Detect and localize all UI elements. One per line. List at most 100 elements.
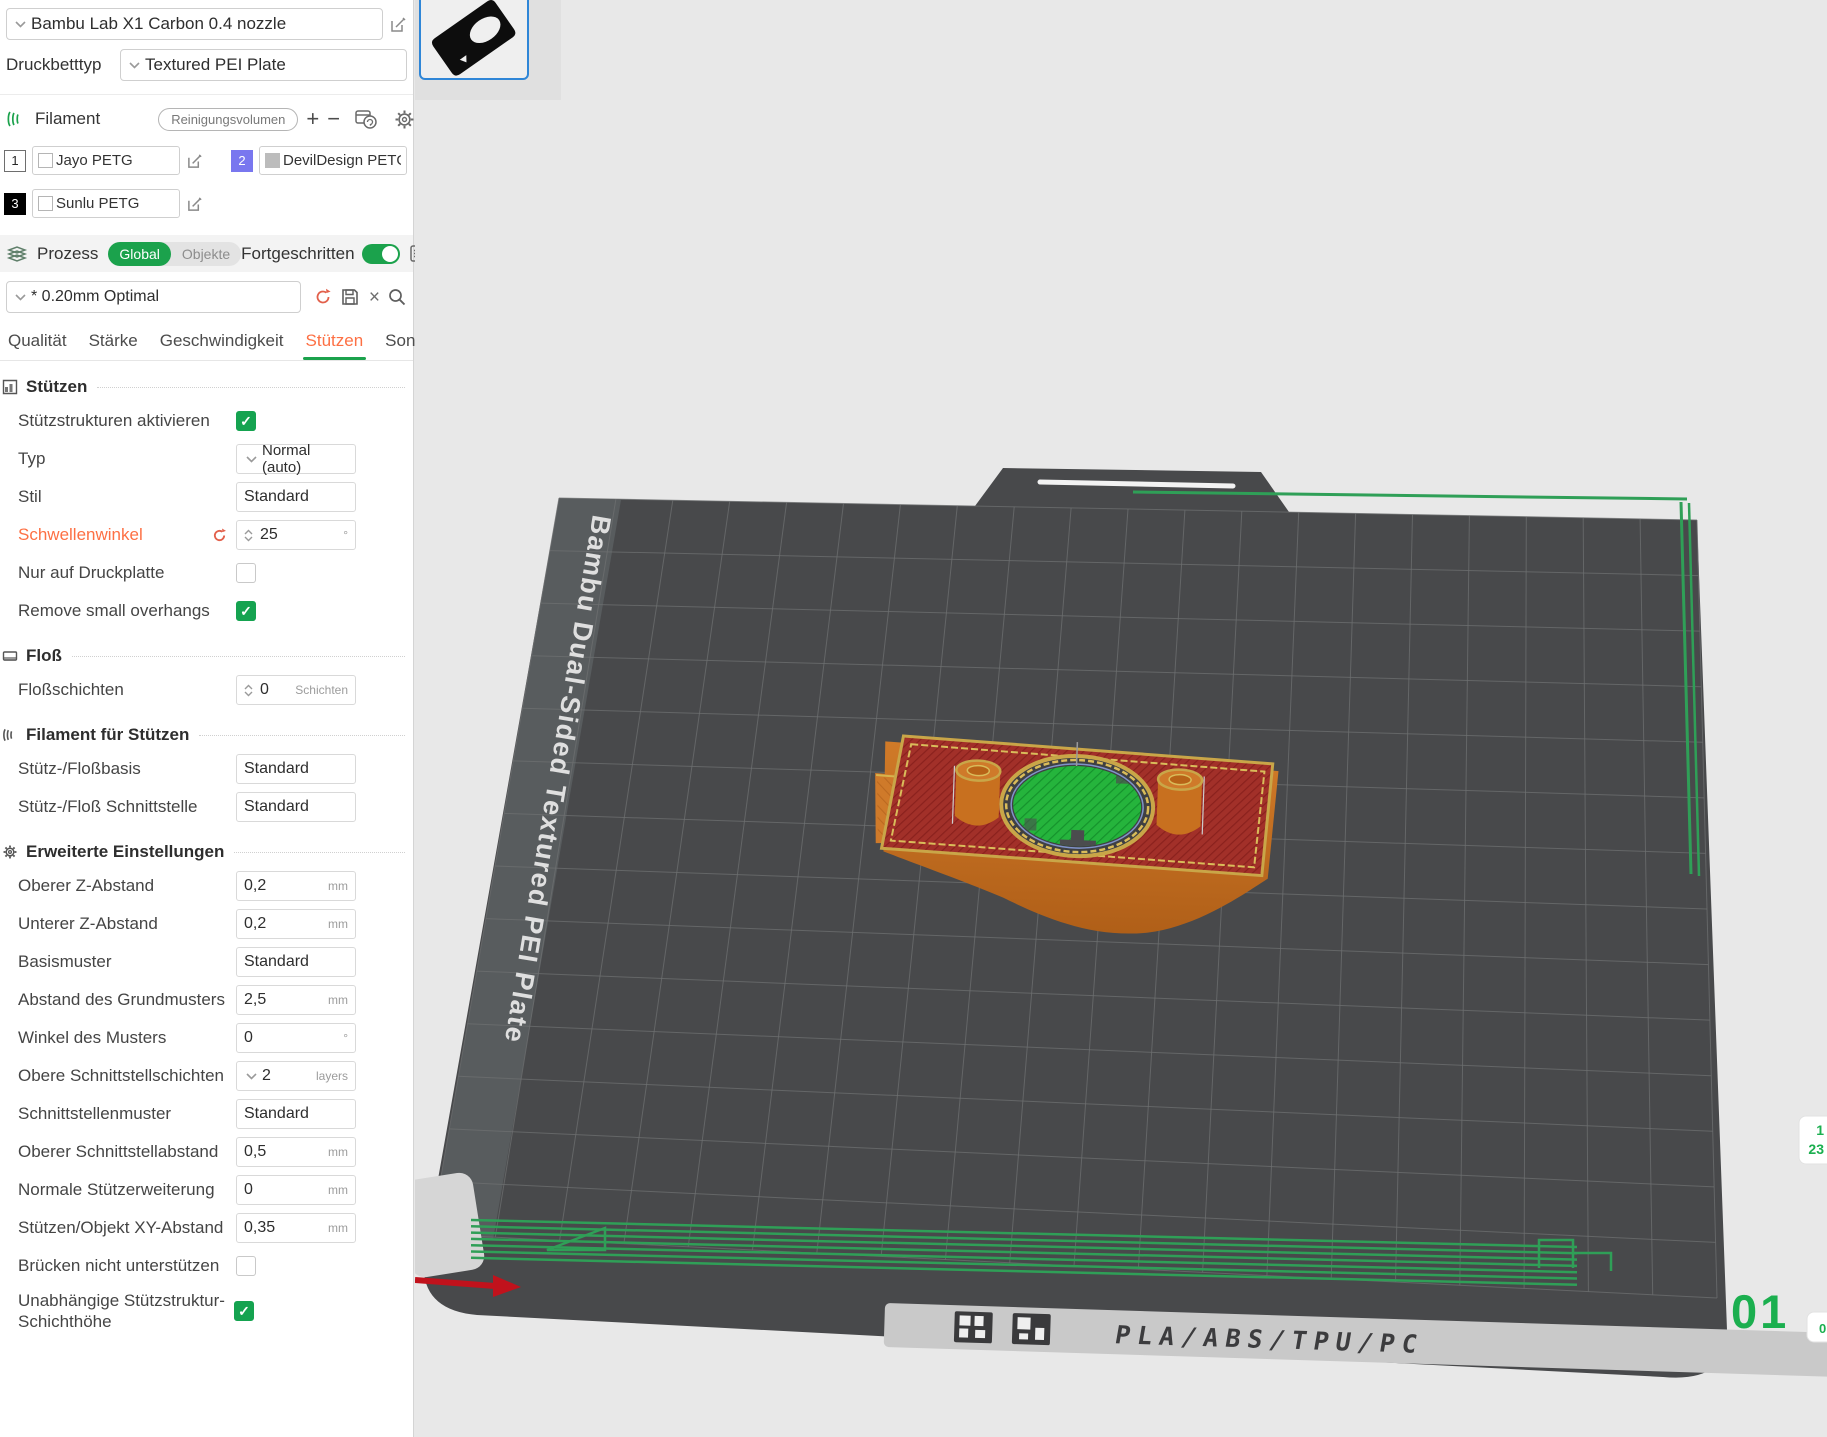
scope-objects[interactable]: Objekte [171,242,241,266]
filament-box-3[interactable]: Sunlu PETG [32,189,180,218]
top-interface-layers-select[interactable]: 2 layers [236,1061,356,1091]
spinner-arrows[interactable] [244,529,253,542]
filament-indicator-chip-top[interactable]: 1 23 [1798,1115,1827,1165]
setting-value: 2 [262,1067,271,1084]
remove-small-overhangs-checkbox[interactable] [236,601,256,621]
setting-value: 0,2 [244,877,267,894]
printer-select[interactable]: Bambu Lab X1 Carbon 0.4 nozzle [6,8,383,40]
setting-label: Floßschichten [18,680,124,700]
support-interface-filament-select[interactable]: Standard [236,792,356,822]
chevron-down-icon [246,455,257,463]
filament-indicator-chip-bottom[interactable]: 0 [1806,1311,1827,1343]
advanced-mode-toggle[interactable] [361,243,400,264]
process-layers-icon [6,244,28,264]
bed-type-row: Druckbetttyp Textured PEI Plate [6,49,407,81]
filament-sync-icon[interactable] [354,108,378,130]
filament-swatch-1 [38,153,53,168]
setting-unit: ° [343,1031,348,1045]
add-filament-button[interactable]: + [306,108,319,130]
setting-value: 0 [260,681,269,698]
buildplate-only-checkbox[interactable] [236,563,256,583]
support-section-title: Stützen [26,377,88,396]
setting-row: Unterer Z-Abstand 0,2 mm [0,905,413,943]
top-z-distance-input[interactable]: 0,2 mm [236,871,356,901]
build-plate-scene[interactable]: Bambu Dual-Sided Textured PEI Plate PLA/… [415,0,1827,1437]
setting-value: 0,35 [244,1219,276,1236]
filament-box-1[interactable]: Jayo PETG [32,146,180,175]
scope-global[interactable]: Global [108,241,171,266]
setting-row: Stützen/Objekt XY-Abstand 0,35 mm [0,1209,413,1247]
advanced-mode-label: Fortgeschritten [241,243,355,263]
advanced-section-title: Erweiterte Einstellungen [26,842,225,861]
viewport-3d[interactable]: Bambu Dual-Sided Textured PEI Plate PLA/… [415,0,1827,1437]
normal-support-expansion-input[interactable]: 0 mm [236,1175,356,1205]
preset-select[interactable]: * 0.20mm Optimal [6,281,301,313]
setting-value: Standard [244,488,309,505]
base-pattern-spacing-input[interactable]: 2,5 mm [236,985,356,1015]
edit-filament-1-icon[interactable] [187,153,203,169]
support-object-xy-distance-input[interactable]: 0,35 mm [236,1213,356,1243]
setting-row: Basismuster Standard [0,943,413,981]
support-base-filament-select[interactable]: Standard [236,754,356,784]
setting-label: Stützstrukturen aktivieren [18,411,210,431]
process-scope-toggle[interactable]: Global Objekte [108,241,242,266]
tab-stuetzen[interactable]: Stützen [302,331,366,360]
base-pattern-select[interactable]: Standard [236,947,356,977]
tab-qualitaet[interactable]: Qualität [8,331,67,360]
setting-value: 25 [260,526,278,543]
setting-value: 0 [244,1029,253,1046]
spinner-arrows[interactable] [244,684,253,697]
close-icon[interactable]: × [369,288,380,307]
undo-value-icon[interactable] [211,527,228,544]
save-preset-icon[interactable] [340,287,360,307]
setting-label: Unabhängige Stützstruktur-Schichthöhe [18,1290,225,1331]
dont-support-bridges-checkbox[interactable] [236,1256,256,1276]
tab-staerke[interactable]: Stärke [89,331,138,360]
filament-slot-1[interactable]: 1 Jayo PETG [4,146,203,175]
raft-layers-spinner[interactable]: 0 Schichten [236,675,356,705]
printer-name: Bambu Lab X1 Carbon 0.4 nozzle [31,14,287,33]
filament-slot-3[interactable]: 3 Sunlu PETG [4,189,203,218]
gear-icon[interactable] [394,109,415,130]
remove-filament-button[interactable]: − [327,108,340,130]
support-type-select[interactable]: Normal (auto) [236,442,356,476]
search-icon[interactable] [387,287,407,307]
setting-unit: mm [328,1221,348,1235]
raft-section-title: Floß [26,646,62,665]
filament-badge-3: 3 [4,192,26,215]
support-style-input[interactable]: Standard [236,482,356,512]
tab-geschwindigkeit[interactable]: Geschwindigkeit [160,331,284,360]
chip-top-line1: 1 [1816,1122,1824,1138]
setting-unit: mm [328,1183,348,1197]
chevron-down-icon [15,293,26,301]
filament-slot-2[interactable]: 2 DevilDesign PETG [231,146,430,175]
threshold-angle-spinner[interactable]: 25 ° [236,520,356,550]
edit-filament-3-icon[interactable] [187,196,203,212]
cleaning-volumes-button[interactable]: Reinigungsvolumen [158,107,299,131]
setting-unit: ° [343,528,348,542]
setting-row: Typ Normal (auto) [0,440,413,478]
support-section-icon [2,379,18,395]
plate-thumbnail-silhouette [431,0,516,76]
filament-box-2[interactable]: DevilDesign PETG [259,146,407,175]
edit-printer-icon[interactable] [390,16,407,33]
independent-support-layer-height-checkbox[interactable] [234,1301,254,1321]
setting-row: Stütz-/Floß Schnittstelle Standard [0,788,413,826]
setting-unit: layers [315,1069,348,1083]
interface-pattern-select[interactable]: Standard [236,1099,356,1129]
setting-row: Abstand des Grundmusters 2,5 mm [0,981,413,1019]
pattern-angle-input[interactable]: 0 ° [236,1023,356,1053]
enable-support-checkbox[interactable] [236,411,256,431]
chip-bottom-value: 0 [1819,1321,1826,1336]
filament-title: Filament [35,109,101,128]
support-filament-section-title: Filament für Stützen [26,725,190,744]
setting-label: Schwellenwinkel [18,525,143,545]
reset-preset-icon[interactable] [313,287,333,307]
bed-type-select[interactable]: Textured PEI Plate [120,49,407,81]
bottom-z-distance-input[interactable]: 0,2 mm [236,909,356,939]
setting-unit: mm [328,1145,348,1159]
setting-value: 0,2 [244,915,267,932]
filament-spool-icon [6,109,26,129]
top-interface-spacing-input[interactable]: 0,5 mm [236,1137,356,1167]
plate-thumbnail-selected[interactable] [419,0,529,80]
